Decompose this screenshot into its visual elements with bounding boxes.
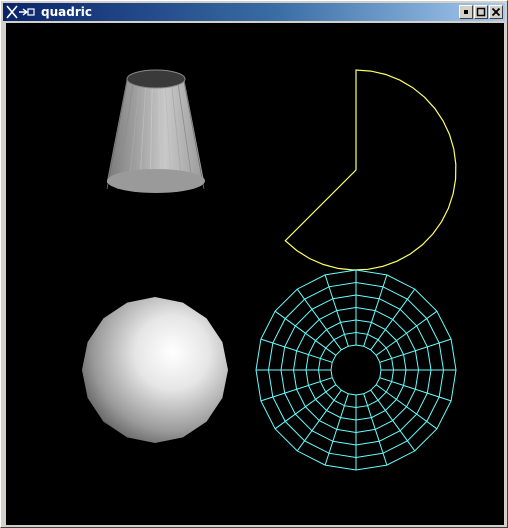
maximize-icon — [476, 7, 486, 17]
disk-ring — [330, 344, 382, 396]
window-menu-icon[interactable] — [5, 4, 37, 20]
partial-disk-shape — [284, 69, 457, 271]
window-title: quadric — [41, 5, 92, 19]
app-window: quadric — [0, 0, 508, 528]
maximize-button[interactable] — [474, 5, 488, 19]
minimize-icon — [464, 10, 468, 14]
gl-canvas[interactable] — [6, 23, 504, 525]
disk-wireframe-shape — [255, 269, 457, 471]
close-icon — [491, 7, 501, 17]
title-bar[interactable]: quadric — [3, 3, 505, 21]
sphere-shape — [82, 297, 228, 443]
close-button[interactable] — [489, 5, 503, 19]
minimize-button[interactable] — [459, 5, 473, 19]
cylinder-shape — [106, 69, 205, 193]
